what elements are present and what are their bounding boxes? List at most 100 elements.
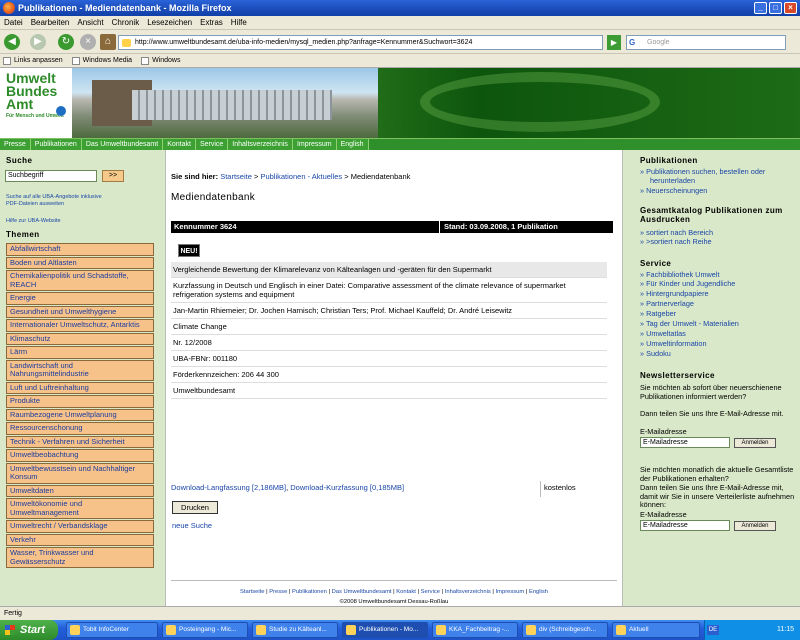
menu-lesezeichen[interactable]: Lesezeichen (143, 16, 196, 30)
close-button[interactable]: × (784, 2, 797, 14)
minimize-button[interactable]: _ (754, 2, 767, 14)
email-input-monthly[interactable]: E-Mailadresse (640, 520, 730, 531)
bookmark-links-anpassen[interactable]: Links anpassen (0, 54, 63, 68)
sortiert-reihe-link[interactable]: » >sortiert nach Reihe (640, 237, 796, 247)
publication-publisher: Umweltbundesamt (171, 383, 607, 399)
thema-item[interactable]: Ressourcenschonung (6, 422, 154, 435)
nav-inhaltsverzeichnis[interactable]: Inhaltsverzeichnis (228, 139, 293, 150)
service-link[interactable]: » Partnerverlage (640, 299, 796, 309)
system-tray: DE 11:15 (704, 620, 800, 640)
thema-item[interactable]: Umweltdaten (6, 484, 154, 497)
thema-item[interactable]: Landwirtschaft und Nahrungsmittelindustr… (6, 359, 154, 381)
footer-link[interactable]: Das Umweltbundesamt (332, 589, 392, 595)
thema-item[interactable]: Raumbezogene Umweltplanung (6, 408, 154, 421)
print-button[interactable]: Drucken (172, 501, 218, 514)
thema-item[interactable]: Lärm (6, 346, 154, 359)
new-search-link[interactable]: neue Suche (172, 521, 212, 530)
breadcrumb-startseite[interactable]: Startseite (220, 172, 252, 181)
thema-item[interactable]: Abfallwirtschaft (6, 243, 154, 256)
service-link[interactable]: » Sudoku (640, 349, 796, 359)
go-button[interactable]: ▶ (607, 35, 621, 50)
language-indicator[interactable]: DE (707, 625, 719, 635)
thema-item[interactable]: Energie (6, 292, 154, 305)
anmelden-monthly-button[interactable]: Anmelden (734, 521, 776, 531)
thema-item[interactable]: Internationaler Umweltschutz, Antarktis (6, 319, 154, 332)
maximize-button[interactable]: □ (769, 2, 782, 14)
url-bar[interactable]: http://www.umweltbundesamt.de/uba-info-m… (118, 35, 603, 50)
service-link[interactable]: » Ratgeber (640, 309, 796, 319)
thema-item[interactable]: Gesundheit und Umwelthygiene (6, 305, 154, 318)
forward-arrow-icon[interactable]: ▶ (30, 34, 46, 50)
taskbar-item[interactable]: Aktuell (612, 622, 700, 638)
taskbar-item[interactable]: KKA_Fachbeitrag -... (432, 622, 518, 638)
reload-icon[interactable]: ↻ (58, 34, 74, 50)
footer-link[interactable]: Kontakt (396, 589, 416, 595)
nav-service[interactable]: Service (195, 139, 229, 150)
email-label: E-Mailadresse (640, 427, 687, 436)
bookmark-windows-media[interactable]: Windows Media (69, 54, 132, 68)
nav-publikationen[interactable]: Publikationen (30, 139, 82, 150)
stop-icon[interactable]: × (80, 34, 96, 50)
publikationen-suchen-link[interactable]: » Publikationen suchen, bestellen oder h… (640, 167, 796, 185)
home-icon[interactable]: ⌂ (100, 34, 116, 50)
app-icon (436, 625, 446, 635)
footer-link[interactable]: Startseite (240, 589, 265, 595)
anmelden-button[interactable]: Anmelden (734, 438, 776, 448)
nav-impressum[interactable]: Impressum (292, 139, 337, 150)
menu-chronik[interactable]: Chronik (108, 16, 144, 30)
start-button[interactable]: Start (0, 620, 58, 640)
thema-item[interactable]: Klimaschutz (6, 332, 154, 345)
thema-item[interactable]: Produkte (6, 395, 154, 408)
thema-item[interactable]: Luft und Luftreinhaltung (6, 381, 154, 394)
site-search-button[interactable]: >> (102, 170, 124, 182)
breadcrumb-publikationen[interactable]: Publikationen - Aktuelles (260, 172, 342, 181)
footer-link[interactable]: Inhaltsverzeichnis (445, 589, 491, 595)
publication-description: Kurzfassung in Deutsch und Englisch in e… (171, 278, 607, 303)
thema-item[interactable]: Boden und Altlasten (6, 256, 154, 269)
footer-link[interactable]: Publikationen (292, 589, 327, 595)
menu-extras[interactable]: Extras (196, 16, 227, 30)
footer-link[interactable]: Presse (269, 589, 287, 595)
search-all-link[interactable]: Suche auf alle UBA-Angebote inklusive PDF… (6, 194, 102, 208)
neuerscheinungen-link[interactable]: » Neuerscheinungen (640, 186, 796, 196)
nav-umweltbundesamt[interactable]: Das Umweltbundesamt (81, 139, 164, 150)
download-kurzfassung-link[interactable]: Download-Kurzfassung [0,185MB] (290, 483, 404, 492)
download-langfassung-link[interactable]: Download-Langfassung [2,186MB] (171, 483, 286, 492)
service-link[interactable]: » Umweltinformation (640, 339, 796, 349)
menu-datei[interactable]: Datei (0, 16, 27, 30)
taskbar-item[interactable]: div (Schreibgesch... (522, 622, 608, 638)
thema-item[interactable]: Umweltökonomie und Umweltmanagement (6, 498, 154, 519)
taskbar-item[interactable]: Posteingang - Mic... (162, 622, 248, 638)
service-link[interactable]: » Hintergrundpapiere (640, 289, 796, 299)
email-input[interactable]: E-Mailadresse (640, 437, 730, 448)
taskbar-item-active[interactable]: Publikationen - Mo... (342, 622, 428, 638)
nav-presse[interactable]: Presse (0, 139, 31, 150)
footer-link[interactable]: Service (421, 589, 440, 595)
thema-item[interactable]: Technik - Verfahren und Sicherheit (6, 435, 154, 448)
uba-logo[interactable]: Umwelt Bundes Amt Für Mensch und Umwelt (0, 68, 72, 138)
service-link[interactable]: » Umweltatlas (640, 329, 796, 339)
nav-kontakt[interactable]: Kontakt (163, 139, 196, 150)
site-search-input[interactable]: Suchbegriff (5, 170, 97, 182)
taskbar-item[interactable]: Tobit InfoCenter (66, 622, 158, 638)
thema-item[interactable]: Chemikalienpolitik und Schadstoffe, REAC… (6, 270, 154, 291)
thema-item[interactable]: Umweltrecht / Verbandsklage (6, 520, 154, 533)
thema-item[interactable]: Wasser, Trinkwasser und Gewässerschutz (6, 547, 154, 568)
thema-item[interactable]: Umweltbewusstsein und Nachhaltiger Konsu… (6, 462, 154, 484)
service-link[interactable]: » Tag der Umwelt - Materialien (640, 319, 796, 329)
menu-bearbeiten[interactable]: Bearbeiten (27, 16, 74, 30)
search-input[interactable]: G Google (626, 35, 786, 50)
newsletter-text: Dann teilen Sie uns Ihre E-Mail-Adresse … (640, 409, 784, 418)
taskbar-item[interactable]: Studie zu Kälteanl... (252, 622, 338, 638)
thema-item[interactable]: Verkehr (6, 533, 154, 546)
menu-hilfe[interactable]: Hilfe (227, 16, 251, 30)
footer-link[interactable]: Impressum (496, 589, 525, 595)
bookmark-windows[interactable]: Windows (138, 54, 180, 68)
menu-ansicht[interactable]: Ansicht (73, 16, 107, 30)
thema-item[interactable]: Umweltbeobachtung (6, 449, 154, 462)
service-link[interactable]: » Für Kinder und Jugendliche (640, 279, 796, 289)
nav-english[interactable]: English (336, 139, 369, 150)
help-link[interactable]: Hilfe zur UBA-Website (6, 218, 61, 225)
back-arrow-icon[interactable]: ◀ (4, 34, 20, 50)
footer-link[interactable]: English (529, 589, 548, 595)
